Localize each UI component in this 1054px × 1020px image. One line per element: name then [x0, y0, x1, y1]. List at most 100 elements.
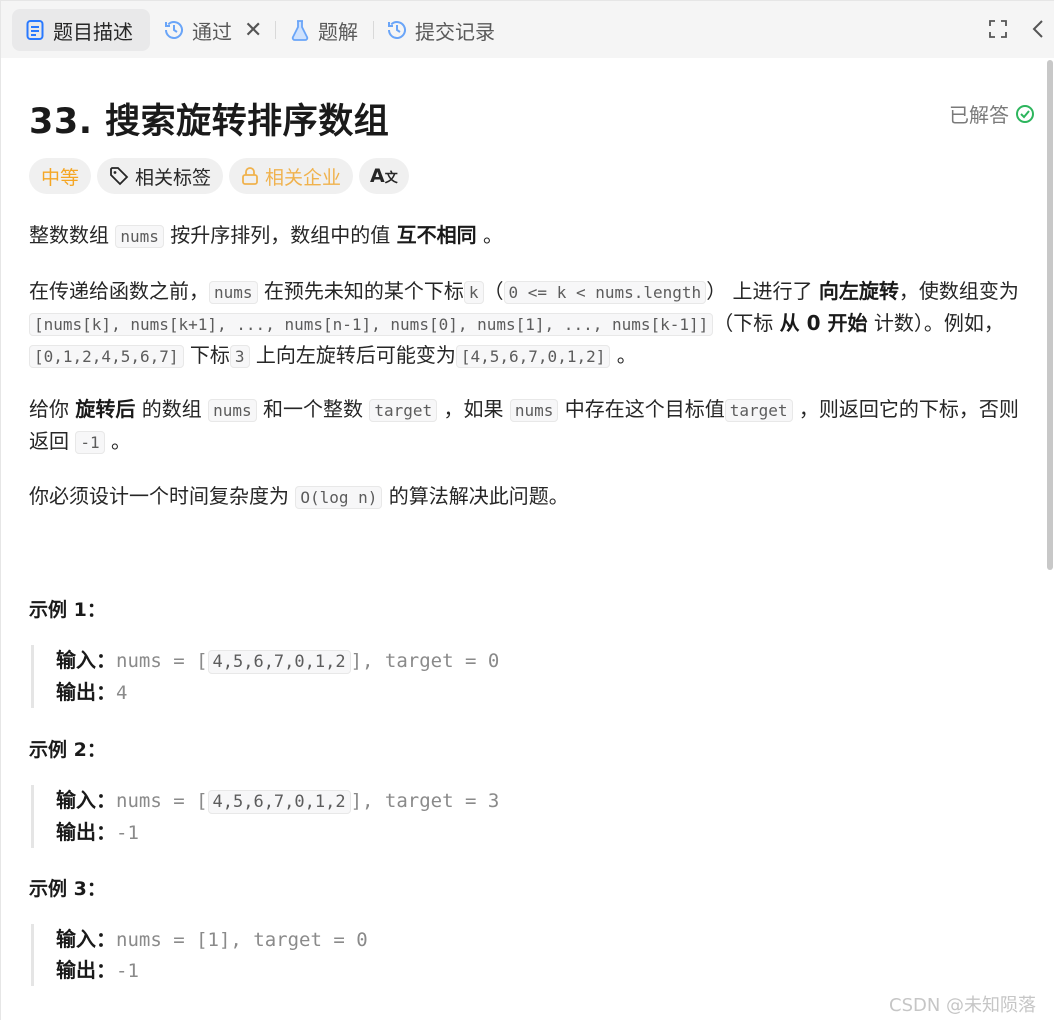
tab-solution[interactable]: 题解 — [289, 9, 358, 51]
text: （ — [483, 279, 504, 303]
related-tags-button[interactable]: 相关标签 — [97, 158, 224, 194]
text: 计数）。例如， — [873, 311, 1004, 335]
close-icon[interactable]: ✕ — [244, 18, 262, 43]
inline-code: target — [724, 399, 793, 422]
flask-icon — [289, 19, 311, 41]
text: 。 — [110, 429, 131, 453]
text: nums = [ — [116, 650, 208, 672]
bold-text: 向左旋转 — [818, 279, 899, 303]
problem-content — [0, 58, 1054, 1020]
text: 上进行了 — [732, 279, 813, 303]
document-icon — [24, 19, 46, 41]
example-title: 示例 1： — [29, 599, 106, 621]
output-value: -1 — [116, 822, 139, 844]
example-block: 输入：nums = [4,5,6,7,0,1,2], target = 3 输出… — [31, 785, 499, 848]
tab-submissions-label: 提交记录 — [415, 19, 495, 44]
text: 给你 — [29, 397, 69, 421]
divider — [373, 21, 374, 39]
text: 。 — [616, 343, 637, 367]
tag-icon — [109, 166, 129, 186]
description-paragraph: 在传递给函数之前， nums 在预先未知的某个下标 k （0 <= k < nums.… — [29, 276, 1029, 372]
text: ], target = 0 — [350, 650, 500, 672]
output-value: 4 — [116, 682, 128, 704]
inline-code: [0,1,2,4,5,6,7] — [29, 345, 184, 368]
tag-row: 中等 相关标签 相关企业 A文 — [29, 158, 409, 194]
example-block: 输入：nums = [4,5,6,7,0,1,2], target = 0 输出… — [31, 645, 499, 708]
text: 按升序排列，数组中的值 — [170, 223, 391, 247]
input-label: 输入： — [56, 648, 116, 672]
output-label: 输出： — [56, 820, 116, 844]
description-paragraph: 给你 旋转后 的数组 nums 和一个整数 target ，如果 nums 中存… — [29, 394, 1029, 458]
inline-code: nums — [208, 399, 257, 422]
bold-text: 从 0 开始 — [779, 311, 868, 335]
inline-code: 3 — [229, 345, 250, 368]
input-label: 输入： — [56, 788, 116, 812]
text: ，如果 — [443, 397, 504, 421]
text: 和一个整数 — [262, 397, 363, 421]
history-icon — [163, 19, 185, 41]
text: nums = [ — [116, 790, 208, 812]
text: ） — [706, 279, 727, 303]
output-label: 输出： — [56, 958, 116, 982]
translate-button[interactable]: A文 — [359, 158, 409, 194]
inline-code: nums — [115, 225, 164, 248]
description-paragraph: 你必须设计一个时间复杂度为 O(log n) 的算法解决此问题。 — [29, 481, 1029, 513]
output-value: -1 — [116, 960, 139, 982]
inline-code: nums — [209, 281, 258, 304]
related-companies-button[interactable]: 相关企业 — [229, 158, 354, 194]
history-icon — [386, 19, 408, 41]
text: 整数数组 — [29, 223, 109, 247]
description-paragraph: 整数数组 nums 按升序排列，数组中的值 互不相同 。 — [29, 220, 1029, 252]
text: 的算法解决此问题。 — [388, 484, 569, 508]
text: 上向左旋转后可能变为 — [255, 343, 456, 367]
inline-code: nums — [509, 399, 559, 422]
inline-code: -1 — [75, 431, 105, 454]
page-title: 33. 搜索旋转排序数组 — [29, 102, 390, 142]
inline-code: 4,5,6,7,0,1,2 — [207, 650, 351, 674]
example-title: 示例 3： — [29, 878, 106, 900]
text: 。 — [482, 223, 503, 247]
fullscreen-icon[interactable] — [986, 17, 1010, 41]
input-label: 输入： — [56, 927, 116, 951]
tab-description[interactable]: 题目描述 — [12, 9, 150, 51]
related-tags-label: 相关标签 — [135, 166, 212, 189]
divider — [275, 21, 276, 39]
inline-code: [nums[k], nums[k+1], ..., nums[n-1], num… — [29, 313, 714, 336]
translate-icon: A文 — [370, 165, 398, 187]
scrollbar[interactable] — [1047, 60, 1053, 570]
tab-bar: 题目描述 通过 ✕ 题解 提交记录 — [0, 0, 1054, 58]
check-circle-icon — [1016, 104, 1034, 123]
inline-code: k — [463, 281, 484, 304]
lock-icon — [241, 166, 259, 186]
text: 下标 — [189, 343, 230, 367]
inline-code: O(log n) — [295, 486, 383, 509]
solved-status: 已解答 — [949, 99, 1035, 128]
example-block: 输入：nums = [1], target = 0 输出：-1 — [31, 924, 368, 986]
text: 你必须设计一个时间复杂度为 — [29, 484, 289, 508]
text: 的数组 — [141, 397, 202, 421]
bold-text: 互不相同 — [396, 223, 477, 247]
text: 在预先未知的某个下标 — [263, 279, 464, 303]
related-companies-label: 相关企业 — [265, 166, 342, 189]
tab-passed[interactable]: 通过 ✕ — [163, 9, 262, 51]
difficulty-badge: 中等 — [29, 158, 92, 194]
input-value: nums = [1], target = 0 — [116, 929, 368, 951]
inline-code: 4,5,6,7,0,1,2 — [207, 790, 351, 814]
watermark: CSDN @未知陨落 — [889, 995, 1037, 1016]
inline-code: 0 <= k < nums.length — [503, 281, 707, 304]
solved-label: 已解答 — [949, 103, 1009, 127]
inline-code: target — [369, 399, 438, 422]
text: ，使数组变为 — [898, 279, 1019, 303]
tab-solution-label: 题解 — [318, 19, 358, 44]
text: 在传递给函数之前， — [29, 279, 209, 303]
tab-submissions[interactable]: 提交记录 — [386, 9, 495, 51]
output-label: 输出： — [56, 680, 116, 704]
text: 中存在这个目标值 — [564, 397, 725, 421]
bold-text: 旋转后 — [75, 397, 136, 421]
tab-passed-label: 通过 — [192, 19, 232, 44]
text: ], target = 3 — [350, 790, 500, 812]
text: （下标 — [713, 311, 774, 335]
example-title: 示例 2： — [29, 739, 106, 761]
inline-code: [4,5,6,7,0,1,2] — [455, 345, 611, 368]
chevron-left-icon[interactable] — [1026, 17, 1050, 41]
